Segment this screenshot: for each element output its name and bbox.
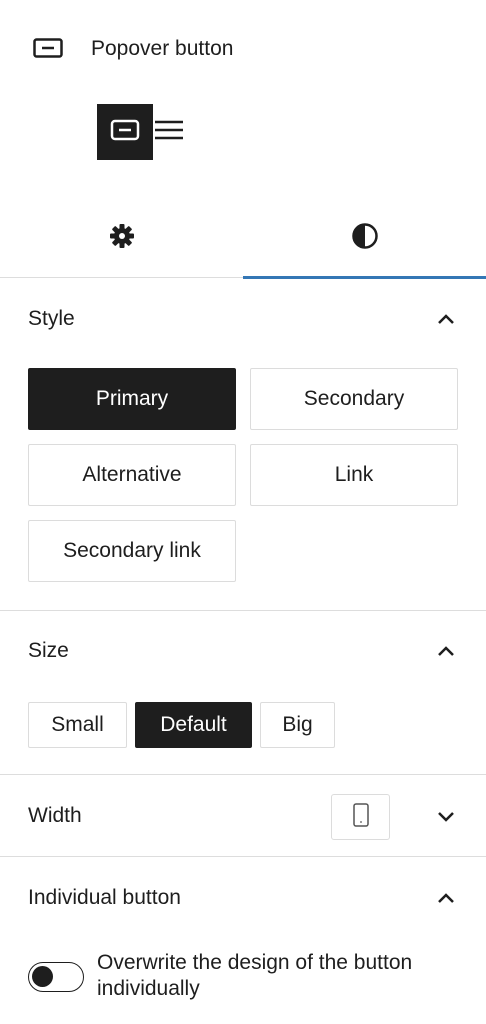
style-option-secondary-link[interactable]: Secondary link [28,520,236,582]
individual-button-panel-title: Individual button [28,886,181,909]
style-option-alternative[interactable]: Alternative [28,444,236,506]
mobile-device-icon [352,802,369,832]
size-option-small[interactable]: Small [28,702,127,748]
button-block-icon [33,38,63,58]
variant-menu[interactable] [153,104,187,160]
size-options: Small Default Big [28,702,335,748]
style-option-primary[interactable]: Primary [28,368,236,430]
overwrite-design-label: Overwrite the design of the button indiv… [97,951,413,1000]
style-panel-header[interactable]: Style [28,306,458,332]
button-icon [110,119,140,146]
chevron-up-icon [434,886,458,910]
style-panel-title: Style [28,307,75,330]
contrast-icon [351,222,379,255]
size-panel-title: Size [28,639,69,662]
individual-button-panel-header[interactable]: Individual button [28,885,458,911]
overwrite-design-toggle[interactable] [28,962,84,992]
style-option-secondary[interactable]: Secondary [250,368,458,430]
device-preview-button[interactable] [331,794,390,840]
chevron-up-icon [434,639,458,663]
style-option-link[interactable]: Link [250,444,458,506]
block-header: Popover button [0,0,486,100]
toggle-knob [32,966,53,987]
block-title: Popover button [91,37,234,60]
size-panel-header[interactable]: Size [28,638,458,664]
inspector-tabs [0,198,486,279]
tab-settings[interactable] [0,198,243,278]
chevron-down-icon [434,804,458,828]
width-panel-header[interactable]: Width [28,803,458,829]
gear-icon [108,222,136,255]
size-option-big[interactable]: Big [260,702,335,748]
width-panel: Width [0,775,486,857]
tab-styles[interactable] [243,198,486,279]
size-option-default[interactable]: Default [135,702,252,748]
menu-icon [155,119,183,146]
variant-button[interactable] [97,104,153,160]
block-variation-switcher [97,104,187,160]
chevron-up-icon [434,307,458,331]
width-panel-title: Width [28,804,82,827]
size-panel: Size [0,611,486,775]
